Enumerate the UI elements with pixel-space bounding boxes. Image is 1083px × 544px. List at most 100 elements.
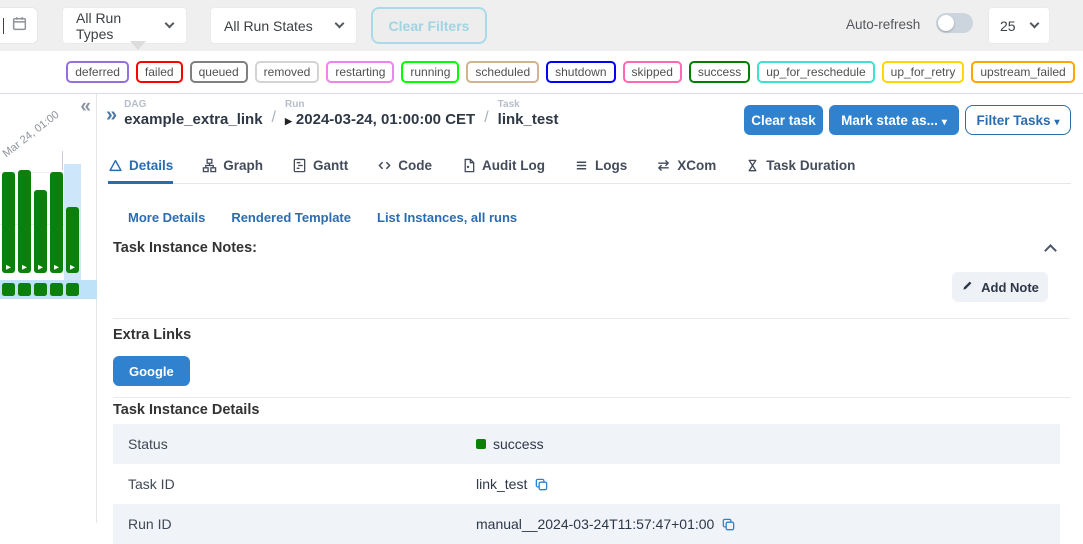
chevron-down-icon — [165, 19, 175, 29]
link-rendered-template[interactable]: Rendered Template — [231, 210, 351, 225]
dag-label: DAG — [124, 99, 262, 110]
run-bar-1[interactable]: ▶ — [2, 172, 15, 273]
state-badge-scheduled: scheduled — [466, 61, 539, 83]
tab-audit-log[interactable]: Audit Log — [461, 147, 545, 183]
auto-refresh-label: Auto-refresh — [846, 17, 920, 32]
link-list-instances-all-runs[interactable]: List Instances, all runs — [377, 210, 517, 225]
task-square-4[interactable] — [50, 283, 63, 296]
chevron-down-icon — [335, 19, 345, 29]
status-square-icon — [476, 439, 486, 449]
task-square-5[interactable] — [66, 283, 79, 296]
dag-name[interactable]: example_extra_link — [124, 111, 262, 128]
play-icon: ▶ — [285, 116, 292, 126]
run-bar-3[interactable]: ▶ — [34, 190, 47, 273]
detail-value: success — [476, 436, 544, 452]
pencil-icon — [961, 279, 974, 295]
run-name[interactable]: ▶2024-03-24, 01:00:00 CET — [285, 111, 475, 128]
detail-row-run-id: Run IDmanual__2024-03-24T11:57:47+01:00 — [113, 504, 1060, 544]
clear-filters-button[interactable]: Clear Filters — [371, 7, 487, 44]
graph-icon — [202, 158, 217, 173]
run-bar-4[interactable]: ▶ — [50, 172, 63, 273]
tab-label: Graph — [223, 158, 263, 173]
tab-logs[interactable]: Logs — [574, 147, 627, 183]
gantt-icon — [292, 158, 307, 173]
detail-key: Run ID — [113, 516, 476, 532]
extra-links-buttons: Google — [113, 356, 190, 386]
breadcrumb-task: Task link_test — [498, 99, 559, 128]
play-icon: ▶ — [18, 265, 31, 272]
details-panel: » DAG example_extra_link / Run ▶2024-03-… — [98, 94, 1083, 523]
link-more-details[interactable]: More Details — [128, 210, 205, 225]
run-bar-2[interactable]: ▶ — [18, 170, 31, 273]
tab-task-duration[interactable]: Task Duration — [745, 147, 855, 183]
expand-panel-icon[interactable]: » — [106, 105, 115, 125]
play-icon: ▶ — [2, 265, 15, 272]
play-icon: ▶ — [34, 265, 47, 272]
detail-tabs: Details Graph Gantt Code Audit Log Logs XCom Ta… — [108, 147, 1071, 184]
run-bar-5-selected[interactable]: ▶ — [66, 207, 79, 273]
tab-label: Code — [398, 158, 432, 173]
tab-graph[interactable]: Graph — [202, 147, 263, 183]
breadcrumb-separator: / — [484, 109, 488, 128]
detail-value-text: manual__2024-03-24T11:57:47+01:00 — [476, 516, 714, 532]
task-square-1[interactable] — [2, 283, 15, 296]
run-types-value: All Run Types — [76, 10, 156, 42]
tab-gantt[interactable]: Gantt — [292, 147, 348, 183]
state-badge-deferred: deferred — [66, 61, 129, 83]
run-states-value: All Run States — [224, 18, 313, 34]
mark-state-as-button[interactable]: Mark state as...▾ — [829, 105, 959, 135]
breadcrumb-run: Run ▶2024-03-24, 01:00:00 CET — [285, 99, 475, 128]
text-cursor — [3, 18, 4, 34]
task-square-2[interactable] — [18, 283, 31, 296]
chevron-down-icon — [1030, 19, 1040, 29]
caret-down-icon: ▾ — [942, 117, 947, 128]
state-badge-failed: failed — [136, 61, 183, 83]
task-name[interactable]: link_test — [498, 111, 559, 128]
audit-icon — [461, 158, 476, 173]
toggle-knob — [938, 15, 954, 31]
extra-link-google-button[interactable]: Google — [113, 356, 190, 386]
section-divider — [113, 397, 1070, 398]
page-size-select[interactable]: 25 — [988, 7, 1050, 44]
auto-refresh-toggle[interactable] — [936, 13, 973, 33]
task-instance-squares — [2, 283, 79, 296]
tab-label: Audit Log — [482, 158, 545, 173]
state-badge-removed: removed — [255, 61, 320, 83]
state-badge-success: success — [689, 61, 750, 83]
run-types-select[interactable]: All Run Types — [62, 7, 187, 44]
hourglass-icon — [745, 158, 760, 173]
caret-down-icon: ▾ — [1055, 117, 1060, 128]
tab-details[interactable]: Details — [108, 147, 173, 183]
filter-tasks-button[interactable]: Filter Tasks▾ — [965, 105, 1071, 135]
detail-key: Task ID — [113, 476, 476, 492]
breadcrumb: » DAG example_extra_link / Run ▶2024-03-… — [106, 99, 559, 128]
state-badge-up_for_reschedule: up_for_reschedule — [757, 61, 874, 83]
axis-tick — [62, 151, 63, 170]
grid-sidebar: « Mar 24, 01:00 ▶▶▶▶▶ — [0, 94, 97, 523]
chevron-up-icon[interactable] — [1044, 244, 1057, 257]
tab-label: Logs — [595, 158, 627, 173]
section-divider — [113, 318, 1070, 319]
date-picker-input[interactable] — [0, 7, 38, 44]
state-badge-up_for_retry: up_for_retry — [882, 61, 965, 83]
detail-value-text: link_test — [476, 476, 527, 492]
add-note-button[interactable]: Add Note — [952, 272, 1048, 302]
task-square-3[interactable] — [34, 283, 47, 296]
tab-code[interactable]: Code — [377, 147, 432, 183]
play-icon: ▶ — [66, 265, 79, 272]
filter-bar: All Run Types All Run States Clear Filte… — [0, 0, 1083, 51]
logs-icon — [574, 158, 589, 173]
detail-key: Status — [113, 436, 476, 452]
copy-icon[interactable] — [721, 517, 736, 532]
tab-xcom[interactable]: XCom — [656, 147, 716, 183]
copy-icon[interactable] — [534, 477, 549, 492]
clear-task-button[interactable]: Clear task — [744, 105, 823, 135]
page-size-value: 25 — [1000, 18, 1016, 34]
detail-value: link_test — [476, 476, 549, 492]
run-states-select[interactable]: All Run States — [210, 7, 357, 44]
collapse-sidebar-icon[interactable]: « — [80, 97, 91, 116]
tab-label: Gantt — [313, 158, 348, 173]
state-badge-restarting: restarting — [326, 61, 394, 83]
details-icon — [108, 158, 123, 173]
code-icon — [377, 158, 392, 173]
